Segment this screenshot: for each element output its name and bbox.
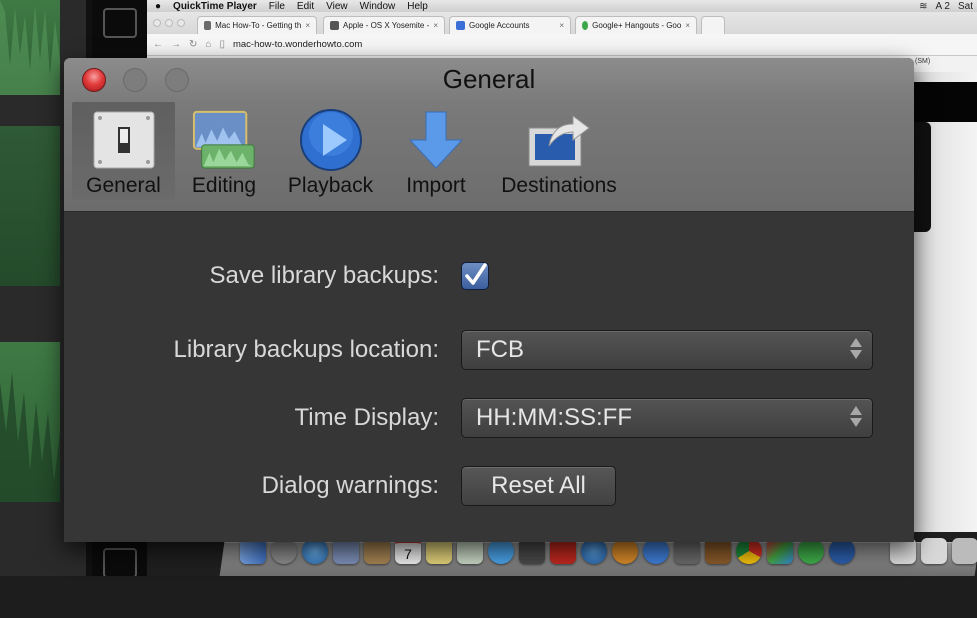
menu-bar: ● QuickTime Player File Edit View Window… (147, 0, 977, 12)
close-icon[interactable] (153, 19, 161, 27)
zoom-icon[interactable] (177, 19, 185, 27)
browser-tab[interactable]: Mac How-To - Getting th × (197, 16, 317, 34)
tab-label: Google Accounts (469, 21, 530, 30)
title-bar: General General Editing Playback Import … (64, 58, 914, 212)
window-button[interactable] (103, 548, 137, 578)
select-value: FCB (476, 336, 524, 363)
video-area (913, 82, 977, 122)
hangouts-icon (582, 21, 589, 30)
preferences-toolbar: General Editing Playback Import Destinat… (72, 102, 634, 200)
home-icon[interactable]: ⌂ (205, 39, 211, 50)
tab-strip: Mac How-To - Getting th × Apple - OS X Y… (147, 12, 977, 34)
url-field[interactable]: mac-how-to.wonderhowto.com (233, 39, 362, 50)
tab-import[interactable]: Import (388, 102, 484, 200)
tab-editing[interactable]: Editing (175, 102, 273, 200)
tab-label: Destinations (501, 174, 617, 197)
trash-icon[interactable] (952, 538, 977, 564)
dialog-warnings-row: Dialog warnings: Reset All (64, 466, 914, 506)
menu-window[interactable]: Window (360, 1, 396, 12)
preferences-window: General General Editing Playback Import … (64, 58, 914, 542)
menu-app-name[interactable]: QuickTime Player (173, 1, 257, 12)
browser-tab[interactable]: Google Accounts × (449, 16, 571, 34)
clock[interactable]: Sat (958, 1, 973, 12)
tab-label: Editing (191, 174, 257, 197)
menu-file[interactable]: File (269, 1, 285, 12)
page-label: (SM) (915, 58, 931, 65)
tab-label: Mac How-To - Getting th (215, 21, 302, 30)
close-tab-icon[interactable]: × (685, 21, 690, 30)
reset-all-button[interactable]: Reset All (461, 466, 616, 506)
minimize-icon[interactable] (165, 19, 173, 27)
waveform-edit-icon (192, 108, 256, 172)
switch-icon (92, 108, 156, 172)
new-tab-button[interactable] (701, 16, 725, 34)
backup-location-select[interactable]: FCB (461, 330, 873, 370)
bottom-area (0, 576, 977, 618)
checkmark-icon (465, 263, 487, 285)
dialog-warnings-label: Dialog warnings: (261, 472, 439, 499)
audio-waveform (0, 342, 60, 502)
stepper-arrows-icon (850, 338, 862, 359)
back-icon[interactable]: ← (153, 39, 163, 50)
time-display-row: Time Display: HH:MM:SS:FF (64, 398, 914, 438)
apple-icon[interactable]: ● (155, 1, 161, 12)
browser-tab[interactable]: Apple - OS X Yosemite - × (323, 16, 445, 34)
time-display-label: Time Display: (294, 404, 439, 431)
status-area: ≋ A 2 Sat (919, 1, 977, 12)
menu-edit[interactable]: Edit (297, 1, 314, 12)
video-frame (913, 122, 931, 232)
stepper-arrows-icon (850, 406, 862, 427)
apple-icon (330, 21, 339, 30)
status-badge[interactable]: A 2 (936, 1, 950, 12)
close-tab-icon[interactable]: × (559, 21, 564, 30)
google-icon (456, 21, 465, 30)
save-backups-row: Save library backups: (64, 256, 914, 296)
tab-label: Playback (287, 174, 374, 197)
backup-location-label: Library backups location: (173, 336, 439, 363)
favicon-icon (204, 21, 212, 30)
backup-location-row: Library backups location: FCB (64, 330, 914, 370)
window-button[interactable] (103, 8, 137, 38)
window-title: General (442, 64, 536, 94)
close-tab-icon[interactable]: × (305, 21, 310, 30)
save-backups-label: Save library backups: (209, 262, 439, 289)
downloads-icon[interactable] (921, 538, 947, 564)
menu-help[interactable]: Help (407, 1, 428, 12)
select-value: HH:MM:SS:FF (476, 404, 632, 431)
tab-label: Google+ Hangouts - Goo (592, 21, 682, 30)
share-icon (527, 108, 591, 172)
page-icon: ▯ (219, 39, 225, 50)
tab-label: General (86, 174, 161, 197)
tab-label: Apple - OS X Yosemite - (343, 21, 430, 30)
browser-tab[interactable]: Google+ Hangouts - Goo × (575, 16, 697, 34)
wifi-icon[interactable]: ≋ (919, 1, 927, 12)
reload-icon[interactable]: ↻ (189, 39, 197, 50)
browser-window-controls (153, 19, 185, 27)
audio-waveform (0, 0, 60, 95)
audio-clip (0, 126, 60, 286)
save-backups-checkbox[interactable] (461, 262, 489, 290)
address-bar: ← → ↻ ⌂ ▯ mac-how-to.wonderhowto.com (147, 34, 977, 56)
download-arrow-icon (404, 108, 468, 172)
menu-view[interactable]: View (326, 1, 348, 12)
close-tab-icon[interactable]: × (433, 21, 438, 30)
screen: ● QuickTime Player File Edit View Window… (0, 0, 977, 618)
tab-destinations[interactable]: Destinations (484, 102, 634, 200)
forward-icon[interactable]: → (171, 39, 181, 50)
play-icon (299, 108, 363, 172)
time-display-select[interactable]: HH:MM:SS:FF (461, 398, 873, 438)
tab-label: Import (406, 174, 466, 197)
tab-general[interactable]: General (72, 102, 175, 200)
tab-playback[interactable]: Playback (273, 102, 388, 200)
